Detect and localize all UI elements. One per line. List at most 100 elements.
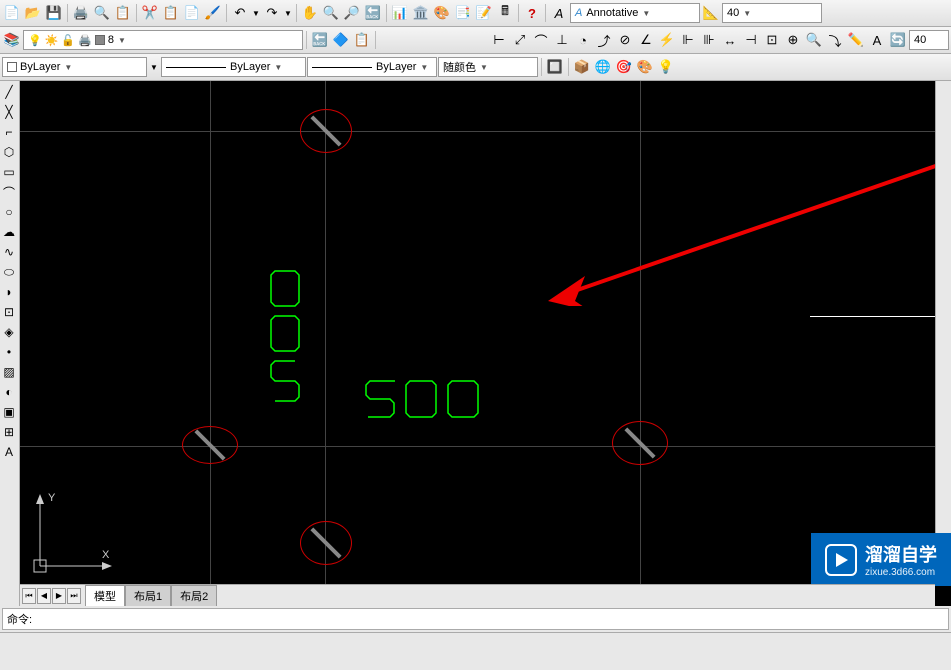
color-dropdown-arrow[interactable]: ▼	[148, 57, 160, 77]
annotation-scale-dropdown[interactable]: 40	[722, 3, 822, 23]
render-icon[interactable]: 🎯	[614, 57, 634, 77]
publish-icon[interactable]: 📋	[113, 3, 133, 23]
materials-icon[interactable]: 🎨	[635, 57, 655, 77]
tab-layout1[interactable]: 布局1	[125, 585, 171, 607]
dim-jogged-icon[interactable]: ⤴	[594, 30, 614, 50]
dim-style-icon[interactable]: 📐	[701, 3, 721, 23]
make-block-icon[interactable]: ◈	[0, 323, 18, 341]
zoom-prev-icon[interactable]: 🔙	[363, 3, 383, 23]
polygon-icon[interactable]: ⬡	[0, 143, 18, 161]
layout-tabs: ⏮ ◀ ▶ ⏭ 模型 布局1 布局2	[20, 584, 935, 606]
tab-next-icon[interactable]: ▶	[52, 588, 66, 604]
rectangle-icon[interactable]: ▭	[0, 163, 18, 181]
visual-icon[interactable]: 🌐	[593, 57, 613, 77]
copy-icon[interactable]: 📋	[161, 3, 181, 23]
dim-update-icon[interactable]: 🔄	[888, 30, 908, 50]
redo-dropdown-icon[interactable]: ▼	[283, 3, 293, 23]
undo-icon[interactable]: ↶	[230, 3, 250, 23]
dim-text-edit-icon[interactable]: A	[867, 30, 887, 50]
3d-icon[interactable]: 📦	[572, 57, 592, 77]
tab-last-icon[interactable]: ⏭	[67, 588, 81, 604]
tab-first-icon[interactable]: ⏮	[22, 588, 36, 604]
arc-icon[interactable]: ⌒	[0, 183, 18, 201]
dim-edit-icon[interactable]: ✏️	[846, 30, 866, 50]
tab-layout2[interactable]: 布局2	[171, 585, 217, 607]
vertical-scrollbar[interactable]	[935, 81, 951, 584]
tolerance-icon[interactable]: ⊡	[762, 30, 782, 50]
command-line[interactable]: 命令:	[2, 608, 949, 630]
help-icon[interactable]: ?	[522, 3, 542, 23]
block-icon[interactable]: 🔲	[545, 57, 565, 77]
print-icon[interactable]: 🖨️	[71, 3, 91, 23]
watermark: 溜溜自学 zixue.3d66.com	[811, 533, 951, 586]
gradient-icon[interactable]: ◐	[0, 383, 18, 401]
quickcalc-icon[interactable]: 🖩	[495, 3, 515, 23]
tab-model[interactable]: 模型	[85, 585, 125, 607]
inspect-icon[interactable]: 🔍	[804, 30, 824, 50]
new-icon[interactable]: 📄	[2, 3, 22, 23]
status-bar	[0, 632, 951, 652]
text-style-icon[interactable]: A	[549, 3, 569, 23]
dim-ordinate-icon[interactable]: ⊥	[552, 30, 572, 50]
polyline-icon[interactable]: ⌐	[0, 123, 18, 141]
dim-space-icon[interactable]: ↔	[720, 30, 740, 50]
redo-icon[interactable]: ↷	[262, 3, 282, 23]
dim-break-icon[interactable]: ⊣	[741, 30, 761, 50]
center-mark-icon[interactable]: ⊕	[783, 30, 803, 50]
dim-scale-input[interactable]	[909, 30, 949, 50]
spline-icon[interactable]: ∿	[0, 243, 18, 261]
ellipse-arc-icon[interactable]: ◗	[0, 283, 18, 301]
hatch-icon[interactable]: ▨	[0, 363, 18, 381]
undo-dropdown-icon[interactable]: ▼	[251, 3, 261, 23]
dim-aligned-icon[interactable]: ⤢	[510, 30, 530, 50]
sheet-set-icon[interactable]: 📑	[453, 3, 473, 23]
zoom-rt-icon[interactable]: 🔍	[321, 3, 341, 23]
annotation-style-dropdown[interactable]: A Annotative	[570, 3, 700, 23]
insert-block-icon[interactable]: ⊡	[0, 303, 18, 321]
color-dropdown[interactable]: ByLayer	[2, 57, 147, 77]
draw-toolbar: ╱ ╳ ⌐ ⬡ ▭ ⌒ ○ ☁ ∿ ⬭ ◗ ⊡ ◈ • ▨ ◐ ▣ ⊞ A	[0, 81, 20, 606]
linetype-value: ByLayer	[230, 61, 270, 73]
match-icon[interactable]: 🖌️	[203, 3, 223, 23]
linetype-dropdown[interactable]: ByLayer	[161, 57, 306, 77]
tab-prev-icon[interactable]: ◀	[37, 588, 51, 604]
markup-icon[interactable]: 📝	[474, 3, 494, 23]
region-icon[interactable]: ▣	[0, 403, 18, 421]
dim-angular-icon[interactable]: ∠	[636, 30, 656, 50]
drawing-canvas[interactable]: 500 500	[20, 81, 951, 606]
open-icon[interactable]: 📂	[23, 3, 43, 23]
mtext-icon[interactable]: A	[0, 443, 18, 461]
preview-icon[interactable]: 🔍	[92, 3, 112, 23]
table-icon[interactable]: ⊞	[0, 423, 18, 441]
construction-line-icon[interactable]: ╳	[0, 103, 18, 121]
dim-quick-icon[interactable]: ⚡	[657, 30, 677, 50]
plotstyle-dropdown[interactable]: 随颜色	[438, 57, 538, 77]
point-icon[interactable]: •	[0, 343, 18, 361]
circle-icon[interactable]: ○	[0, 203, 18, 221]
layer-manager-icon[interactable]: 📚	[2, 30, 22, 50]
zoom-win-icon[interactable]: 🔎	[342, 3, 362, 23]
save-icon[interactable]: 💾	[44, 3, 64, 23]
cut-icon[interactable]: ✂️	[140, 3, 160, 23]
layer-dropdown[interactable]: 💡☀️🔓🖨️ 8	[23, 30, 303, 50]
ellipse-icon[interactable]: ⬭	[0, 263, 18, 281]
dim-jog-line-icon[interactable]: ⤵	[825, 30, 845, 50]
layer-prev-icon[interactable]: 🔙	[310, 30, 330, 50]
tool-palette-icon[interactable]: 🎨	[432, 3, 452, 23]
lights-icon[interactable]: 💡	[656, 57, 676, 77]
dim-baseline-icon[interactable]: ⊩	[678, 30, 698, 50]
line-icon[interactable]: ╱	[0, 83, 18, 101]
paste-icon[interactable]: 📄	[182, 3, 202, 23]
properties-icon[interactable]: 📊	[390, 3, 410, 23]
dim-continue-icon[interactable]: ⊪	[699, 30, 719, 50]
dim-diameter-icon[interactable]: ⊘	[615, 30, 635, 50]
design-center-icon[interactable]: 🏛️	[411, 3, 431, 23]
lineweight-dropdown[interactable]: ByLayer	[307, 57, 437, 77]
revision-cloud-icon[interactable]: ☁	[0, 223, 18, 241]
layer-states-icon[interactable]: 📋	[352, 30, 372, 50]
layer-iso-icon[interactable]: 🔷	[331, 30, 351, 50]
pan-icon[interactable]: ✋	[300, 3, 320, 23]
dim-linear-icon[interactable]: ⊢	[489, 30, 509, 50]
dim-arc-icon[interactable]: ⌒	[531, 30, 551, 50]
dim-radius-icon[interactable]: ◔	[573, 30, 593, 50]
